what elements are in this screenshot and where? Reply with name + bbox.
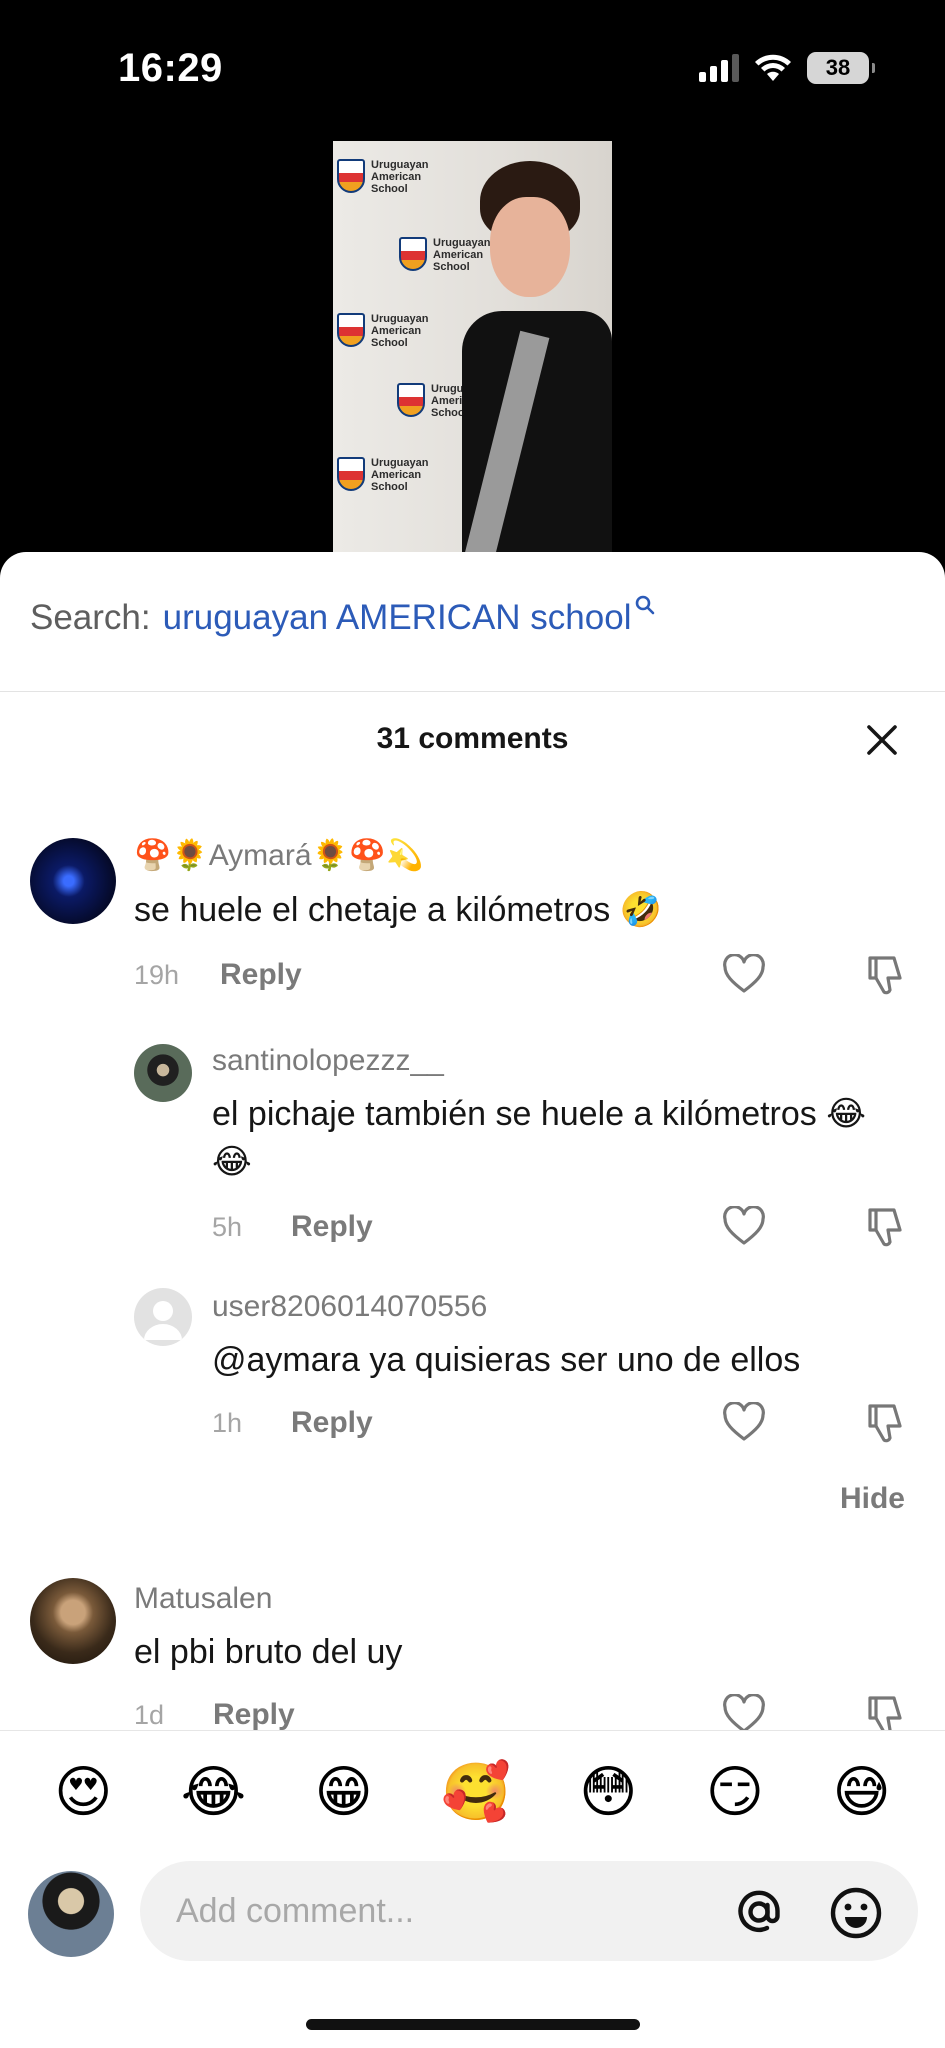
comment-time: 5h	[212, 1212, 243, 1242]
default-avatar-icon	[144, 1301, 182, 1340]
status-icons: 38	[699, 52, 875, 84]
emoji-icon[interactable]	[828, 1885, 884, 1941]
current-user-avatar[interactable]	[28, 1871, 114, 1957]
comment-composer: 😍 😂 😁 🥰 😳 😏 😅	[0, 1730, 945, 2048]
comment-time: 1d	[134, 1700, 165, 1730]
comment-text: se huele el chetaje a kilómetros 🤣	[134, 891, 663, 929]
heart-icon[interactable]	[722, 954, 766, 994]
backdrop-logo: Uruguayan American School	[337, 313, 428, 349]
person-image	[462, 161, 612, 553]
battery-icon: 38	[807, 52, 875, 84]
search-query-link[interactable]: uruguayan AMERICAN school	[163, 598, 632, 638]
avatar[interactable]	[134, 1288, 192, 1346]
avatar[interactable]	[30, 1578, 116, 1664]
heart-icon[interactable]	[722, 1402, 766, 1442]
emoji-quick-bar: 😍 😂 😁 🥰 😳 😏 😅	[0, 1757, 945, 1827]
emoji-tears-of-joy[interactable]: 😂	[181, 1757, 246, 1827]
reply-button[interactable]: Reply	[291, 1406, 373, 1440]
comment-author[interactable]: user8206014070556	[212, 1290, 487, 1324]
at-icon[interactable]	[732, 1885, 786, 1939]
status-time: 16:29	[118, 46, 223, 90]
dislike-icon[interactable]	[864, 952, 908, 996]
close-icon[interactable]	[864, 722, 900, 758]
search-suggestion[interactable]: Search: uruguayan AMERICAN school	[30, 595, 655, 638]
reply-button[interactable]: Reply	[291, 1210, 373, 1244]
avatar[interactable]	[134, 1044, 192, 1102]
comment-author[interactable]: Matusalen	[134, 1582, 272, 1616]
comments-count: 31 comments	[376, 722, 569, 755]
comment-text: @aymara ya quisieras ser uno de ellos	[212, 1341, 801, 1379]
dislike-icon[interactable]	[864, 1400, 908, 1444]
battery-level: 38	[825, 55, 851, 80]
heart-icon[interactable]	[722, 1694, 766, 1734]
reply-button[interactable]: Reply	[213, 1698, 295, 1732]
heart-icon[interactable]	[722, 1206, 766, 1246]
comment-input[interactable]	[140, 1861, 918, 1961]
comment-author[interactable]: 🍄🌻Aymará🌻🍄💫	[134, 838, 424, 873]
signal-icon	[699, 54, 739, 82]
video-frame[interactable]: Uruguayan American School Uruguayan America…	[333, 141, 612, 553]
emoji-grin[interactable]: 😁	[314, 1757, 372, 1827]
comment-time: 19h	[134, 960, 180, 990]
wifi-icon	[755, 54, 791, 81]
backdrop-logo: Uruguayan American School	[337, 457, 428, 493]
search-label: Search:	[30, 598, 151, 637]
home-indicator	[306, 2019, 640, 2030]
hide-replies-button[interactable]: Hide	[840, 1482, 905, 1516]
composer-row	[28, 1861, 918, 1961]
emoji-sweat-smile[interactable]: 😅	[832, 1757, 890, 1827]
status-bar: 16:29 38	[0, 0, 945, 140]
search-icon	[636, 595, 655, 615]
dislike-icon[interactable]	[864, 1204, 908, 1248]
reply-button[interactable]: Reply	[220, 958, 302, 992]
comment-time: 1h	[212, 1408, 243, 1438]
emoji-smirk[interactable]: 😏	[706, 1757, 764, 1827]
divider	[0, 691, 945, 692]
emoji-heart-eyes[interactable]: 😍	[54, 1757, 112, 1827]
comment-author[interactable]: santinolopezzz__	[212, 1044, 444, 1078]
comment-text: el pbi bruto del uy	[134, 1633, 403, 1671]
comment-text: el pichaje también se huele a kilómetros…	[212, 1095, 866, 1181]
avatar[interactable]	[30, 838, 116, 924]
backdrop-logo: Uruguayan American School	[337, 159, 428, 195]
emoji-flushed[interactable]: 😳	[579, 1757, 637, 1827]
emoji-smiling-hearts[interactable]: 🥰	[441, 1757, 511, 1827]
